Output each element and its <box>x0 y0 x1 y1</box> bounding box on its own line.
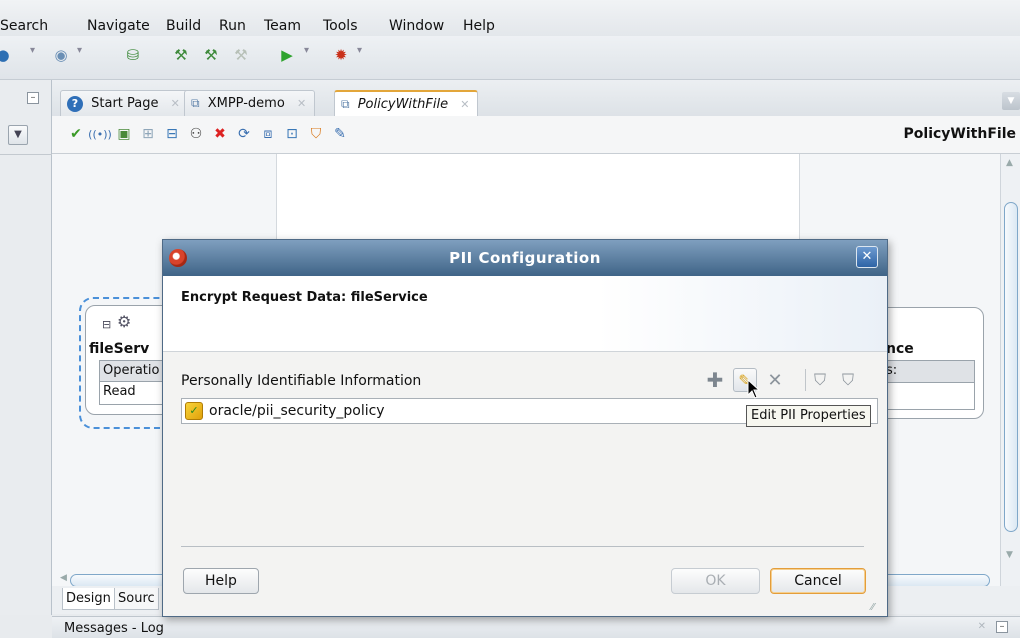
messages-log-panel: Messages - Log ✕ – <box>52 616 1020 638</box>
vertical-scrollbar[interactable]: ▲ ▼ <box>1000 154 1020 586</box>
messages-title: Messages - Log <box>64 621 164 636</box>
dialog-header: Encrypt Request Data: fileService <box>163 276 887 352</box>
close-icon[interactable]: ✕ <box>978 621 986 632</box>
chevron-down-icon[interactable]: ▼ <box>8 125 28 145</box>
sql-worksheet-icon[interactable]: ⛁ <box>122 44 144 66</box>
notes-icon[interactable]: ✎ <box>330 124 350 144</box>
service-name: fileServ <box>89 341 150 357</box>
ok-button[interactable]: OK <box>671 568 760 594</box>
left-panel: – ▼ <box>0 80 52 615</box>
clean-icon: ⚒ <box>234 46 248 64</box>
tab-policywithfile[interactable]: ⧉ PolicyWithFile ✕ <box>334 90 479 116</box>
menu-window[interactable]: Window <box>389 18 444 34</box>
service-icon: ⚙ <box>117 312 132 331</box>
tooltip: Edit PII Properties <box>746 405 871 427</box>
dialog-title: PII Configuration <box>449 249 601 267</box>
tab-list-dropdown-icon[interactable]: ▼ <box>1002 92 1020 110</box>
menu-tools[interactable]: Tools <box>323 18 358 34</box>
chevron-down-icon[interactable]: ▾ <box>77 45 82 56</box>
refresh-icon[interactable]: ⟳ <box>234 124 254 144</box>
main-toolbar: ● ▾ ◉ ▾ ⛁ ⚒ ⚒ ⚒ ▶ ▾ ✹ ▾ <box>0 36 1020 80</box>
make-icon[interactable]: ⚒ <box>170 44 192 66</box>
menu-build[interactable]: Build <box>166 18 201 34</box>
reference-operations-table: s: <box>882 360 975 410</box>
dialog-divider <box>181 546 864 547</box>
collapse-icon[interactable]: ⊟ <box>102 318 111 331</box>
remove-policy-icon[interactable]: ⛉ <box>836 368 860 392</box>
tab-source[interactable]: Sourc <box>114 588 159 610</box>
wire-icon[interactable]: ⧈ <box>258 124 278 144</box>
chevron-down-icon[interactable]: ▾ <box>304 45 309 56</box>
close-icon[interactable]: ✕ <box>297 97 306 110</box>
toolbar-divider <box>805 369 806 391</box>
policy-icon[interactable]: ⛉ <box>808 368 832 392</box>
tab-xmpp-demo[interactable]: ⧉ XMPP-demo ✕ <box>184 90 316 116</box>
debug-icon[interactable]: ✹ <box>330 44 352 66</box>
find-icon[interactable]: ⚇ <box>186 124 206 144</box>
pii-configuration-dialog: PII Configuration ✕ Encrypt Request Data… <box>162 239 888 617</box>
tab-label: PolicyWithFile <box>357 97 449 112</box>
editor-title: PolicyWithFile <box>903 126 1016 142</box>
composite-icon: ⧉ <box>191 96 200 110</box>
menu-search[interactable]: Search <box>0 18 48 34</box>
reference-operations-header: s: <box>883 361 974 383</box>
forward-icon[interactable]: ● <box>0 44 14 66</box>
delete-icon[interactable]: ✖ <box>210 124 230 144</box>
scroll-up-icon[interactable]: ▲ <box>1006 158 1013 168</box>
scroll-left-icon[interactable]: ◀ <box>60 573 67 583</box>
help-icon: ? <box>67 96 83 112</box>
history-forward-icon[interactable]: ◉ <box>50 44 72 66</box>
editor-tabs: ? Start Page ✕ ⧉ XMPP-demo ✕ ⧉ PolicyWit… <box>52 80 1020 116</box>
chevron-down-icon[interactable]: ▾ <box>30 45 35 56</box>
menu-bar: Search Navigate Build Run Team Tools Win… <box>0 0 1020 36</box>
cancel-button[interactable]: Cancel <box>770 568 866 594</box>
composite-icon: ⧉ <box>341 97 350 111</box>
dialog-heading: Encrypt Request Data: fileService <box>181 290 428 305</box>
editor-toolbar: ✔ ((•)) ▣ ⊞ ⊟ ⚇ ✖ ⟳ ⧈ ⊡ ⛉ ✎ PolicyWithFi… <box>52 116 1020 154</box>
image-icon[interactable]: ▣ <box>114 124 134 144</box>
tab-label: XMPP-demo <box>207 96 285 111</box>
layout-icon[interactable]: ⊞ <box>138 124 158 144</box>
policy-shield-icon: ✓ <box>185 402 203 420</box>
menu-run[interactable]: Run <box>219 18 246 34</box>
chevron-down-icon[interactable]: ▾ <box>357 45 362 56</box>
menu-help[interactable]: Help <box>463 18 495 34</box>
close-button[interactable]: ✕ <box>856 246 878 268</box>
scroll-down-icon[interactable]: ▼ <box>1006 550 1013 560</box>
validate-icon[interactable]: ✔ <box>66 124 86 144</box>
resize-grip-icon[interactable]: ⁄⁄ <box>871 602 874 613</box>
close-icon[interactable]: ✕ <box>171 97 180 110</box>
mouse-cursor-icon <box>747 379 761 399</box>
minimize-icon[interactable]: – <box>27 92 39 104</box>
divider <box>0 154 52 155</box>
menu-navigate[interactable]: Navigate <box>87 18 150 34</box>
zoom-fit-icon[interactable]: ⊡ <box>282 124 302 144</box>
delete-icon[interactable]: ✕ <box>763 368 787 392</box>
rebuild-icon[interactable]: ⚒ <box>200 44 222 66</box>
close-icon[interactable]: ✕ <box>460 98 469 111</box>
pii-policy-item[interactable]: ✓ oracle/pii_security_policy <box>185 401 385 421</box>
help-button[interactable]: Help <box>183 568 259 594</box>
scroll-thumb[interactable] <box>1004 202 1018 532</box>
reference-name: nce <box>886 341 914 357</box>
align-icon[interactable]: ⊟ <box>162 124 182 144</box>
pii-section-label: Personally Identifiable Information <box>181 373 422 389</box>
tab-start-page[interactable]: ? Start Page ✕ <box>60 90 189 116</box>
pii-policy-name: oracle/pii_security_policy <box>209 403 385 419</box>
run-icon[interactable]: ▶ <box>276 44 298 66</box>
minimize-icon[interactable]: – <box>996 621 1008 633</box>
menu-team[interactable]: Team <box>264 18 301 34</box>
tab-design[interactable]: Design <box>62 588 115 610</box>
add-icon[interactable]: ✚ <box>703 368 727 392</box>
dialog-title-bar[interactable]: PII Configuration ✕ <box>163 240 887 276</box>
tab-label: Start Page <box>91 96 159 111</box>
wireless-icon[interactable]: ((•)) <box>88 124 112 144</box>
security-icon[interactable]: ⛉ <box>306 124 326 144</box>
